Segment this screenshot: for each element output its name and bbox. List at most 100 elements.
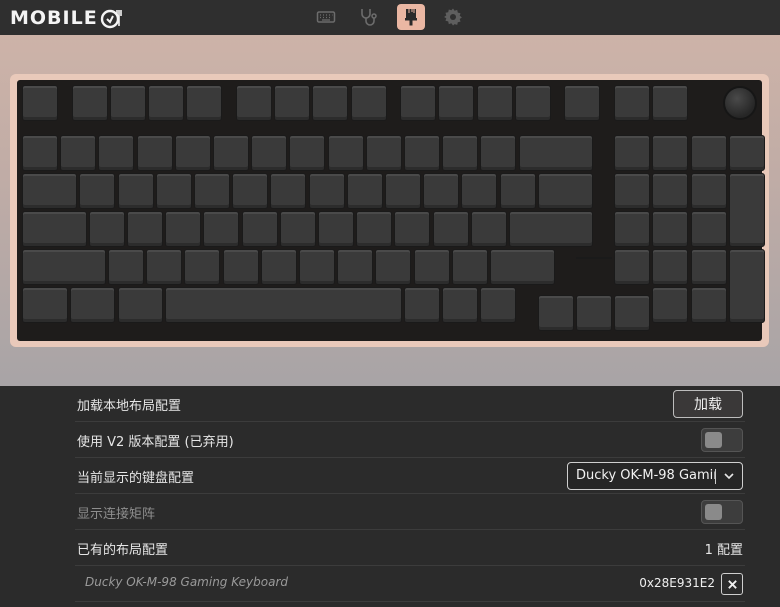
keycap[interactable]: [375, 249, 412, 286]
nav-design[interactable]: [397, 4, 425, 30]
keycap[interactable]: [537, 295, 574, 332]
keycap[interactable]: [184, 249, 221, 286]
keycap[interactable]: [728, 134, 765, 171]
keycap[interactable]: [499, 172, 536, 209]
keycap[interactable]: [518, 134, 593, 171]
keycap[interactable]: [327, 134, 364, 171]
keycap[interactable]: [186, 85, 223, 121]
keycap[interactable]: [71, 85, 108, 121]
keycap[interactable]: [318, 211, 355, 248]
keycap[interactable]: [337, 249, 374, 286]
keycap[interactable]: [575, 295, 612, 332]
keycap[interactable]: [203, 211, 240, 248]
nav-diagnostics[interactable]: [354, 4, 382, 30]
keycap[interactable]: [289, 134, 326, 171]
keycap[interactable]: [22, 172, 78, 209]
keycap[interactable]: [728, 249, 765, 324]
keycap[interactable]: [404, 287, 440, 324]
keycap[interactable]: [79, 172, 116, 209]
keycap[interactable]: [193, 172, 230, 209]
keycap[interactable]: [270, 172, 307, 209]
keycap[interactable]: [346, 172, 383, 209]
keycap[interactable]: [22, 249, 106, 286]
keycap[interactable]: [652, 172, 689, 209]
keycap[interactable]: [614, 249, 651, 286]
keycap[interactable]: [442, 134, 479, 171]
keycap[interactable]: [690, 287, 727, 324]
keycap[interactable]: [451, 249, 488, 286]
keycap[interactable]: [148, 85, 185, 121]
keycap[interactable]: [394, 211, 431, 248]
keycap[interactable]: [174, 134, 211, 171]
load-button[interactable]: 加载: [673, 390, 743, 418]
keycap[interactable]: [127, 211, 164, 248]
keycap[interactable]: [442, 287, 479, 324]
keycap[interactable]: [575, 256, 612, 259]
keycap[interactable]: [614, 295, 651, 332]
keycap[interactable]: [652, 211, 689, 248]
keycap[interactable]: [308, 172, 345, 209]
keycap[interactable]: [88, 211, 125, 248]
keycap[interactable]: [480, 287, 517, 324]
keycap[interactable]: [312, 85, 349, 121]
keycap[interactable]: [109, 85, 146, 121]
keycap[interactable]: [155, 172, 192, 209]
keyboard-select[interactable]: Ducky OK-M-98 Gaming Keyboard: [567, 462, 743, 490]
keycap[interactable]: [514, 85, 551, 121]
delete-layout-button[interactable]: [721, 573, 743, 595]
keycap[interactable]: [241, 211, 278, 248]
keycap[interactable]: [614, 172, 651, 209]
keycap[interactable]: [614, 134, 651, 171]
keycap[interactable]: [652, 249, 689, 286]
keycap[interactable]: [614, 85, 651, 121]
keycap[interactable]: [400, 85, 437, 121]
keycap[interactable]: [356, 211, 393, 248]
keycap[interactable]: [146, 249, 183, 286]
show-matrix-toggle[interactable]: [701, 500, 743, 524]
keycap[interactable]: [384, 172, 421, 209]
keycap[interactable]: [107, 249, 144, 286]
nav-keyboard[interactable]: [312, 4, 340, 30]
keycap[interactable]: [652, 85, 689, 121]
keycap[interactable]: [432, 211, 469, 248]
keycap[interactable]: [614, 211, 651, 248]
keycap[interactable]: [22, 211, 87, 248]
v2-config-toggle[interactable]: [701, 428, 743, 452]
keycap[interactable]: [404, 134, 440, 171]
keycap[interactable]: [350, 85, 387, 121]
keycap[interactable]: [470, 211, 507, 248]
keycap[interactable]: [69, 287, 116, 324]
keycap[interactable]: [98, 134, 135, 171]
keycap[interactable]: [165, 211, 202, 248]
keycap[interactable]: [690, 134, 727, 171]
keycap[interactable]: [22, 85, 58, 121]
nav-settings[interactable]: [439, 4, 467, 30]
keycap[interactable]: [476, 85, 513, 121]
keycap[interactable]: [423, 172, 460, 209]
keycap[interactable]: [232, 172, 269, 209]
keycap[interactable]: [279, 211, 316, 248]
keycap[interactable]: [251, 134, 288, 171]
keycap[interactable]: [690, 172, 727, 209]
keycap[interactable]: [222, 249, 259, 286]
keycap[interactable]: [413, 249, 450, 286]
keycap[interactable]: [117, 287, 164, 324]
keycap[interactable]: [690, 211, 727, 248]
keycap[interactable]: [165, 287, 402, 324]
keycap[interactable]: [260, 249, 297, 286]
keycap[interactable]: [60, 134, 97, 171]
keycap[interactable]: [461, 172, 498, 209]
keycap[interactable]: [22, 134, 58, 171]
rotary-knob[interactable]: [723, 86, 757, 120]
keycap[interactable]: [365, 134, 402, 171]
keycap[interactable]: [690, 249, 727, 286]
keycap[interactable]: [480, 134, 517, 171]
keycap[interactable]: [652, 134, 689, 171]
keycap[interactable]: [489, 249, 555, 286]
keycap[interactable]: [652, 287, 689, 324]
keycap[interactable]: [537, 172, 593, 209]
keycap[interactable]: [117, 172, 154, 209]
keycap[interactable]: [274, 85, 311, 121]
keycap[interactable]: [728, 172, 765, 248]
keycap[interactable]: [22, 287, 68, 324]
